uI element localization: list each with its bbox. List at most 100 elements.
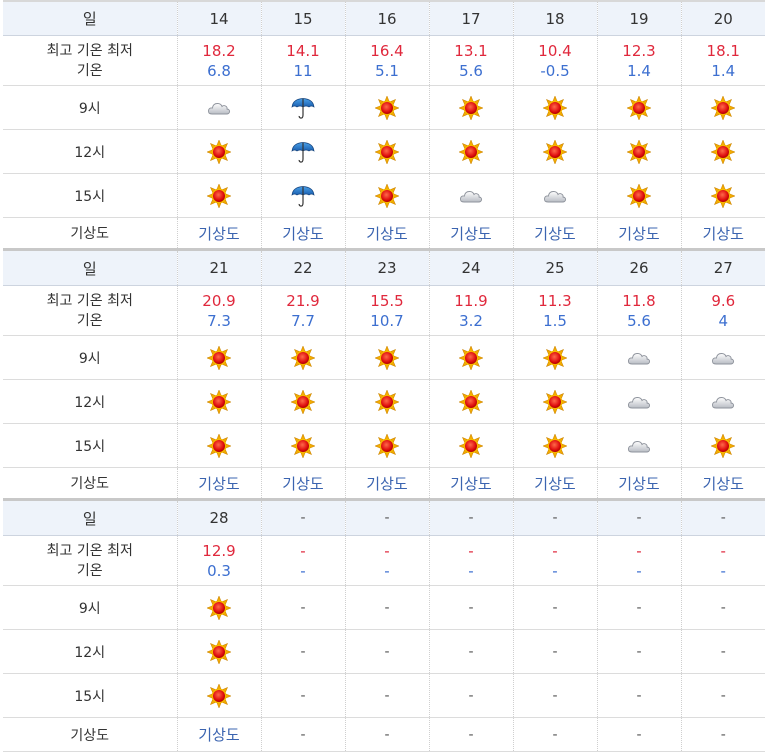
sun-icon (206, 638, 232, 665)
forecast-cell (344, 379, 429, 424)
empty-dash: - (720, 643, 726, 660)
map-cell[interactable]: 기상도 (428, 217, 513, 250)
cloud-icon (626, 345, 652, 371)
weather-map-link[interactable]: 기상도 (534, 225, 575, 243)
map-cell[interactable]: 기상도 (428, 467, 513, 500)
map-cell[interactable]: 기상도 (260, 467, 345, 500)
high-temp: 11.9 (454, 291, 488, 310)
weather-map-link[interactable]: 기상도 (366, 225, 407, 243)
empty-dash: - (636, 687, 642, 704)
row-label-time: 9시 (78, 600, 101, 617)
forecast-cell (176, 85, 261, 130)
forecast-cell (512, 129, 597, 174)
sun-icon (206, 682, 232, 709)
map-cell[interactable]: 기상도 (344, 467, 429, 500)
weather-map-link[interactable]: 기상도 (198, 726, 239, 744)
forecast-cell: - (260, 585, 345, 630)
day-cell: 23 (344, 248, 429, 286)
weather-map-link[interactable]: 기상도 (282, 225, 323, 243)
row-label-time: 9시 (78, 100, 101, 117)
temp-cell: -- (344, 535, 429, 586)
row-label-temp-line2: 기온 (76, 62, 103, 79)
map-cell[interactable]: 기상도 (680, 467, 765, 500)
forecast-cell: - (596, 585, 681, 630)
weather-map-link[interactable]: 기상도 (703, 475, 744, 493)
map-cell[interactable]: 기상도 (680, 217, 765, 250)
low-temp: 1.4 (627, 61, 651, 80)
high-temp: - (552, 541, 558, 560)
weather-map-link[interactable]: 기상도 (366, 475, 407, 493)
empty-dash: - (300, 599, 306, 616)
high-temp: 11.3 (538, 291, 572, 310)
temp-cell: 9.6 4 (680, 285, 765, 336)
high-temp: 15.5 (370, 291, 404, 310)
day-number: 23 (377, 259, 397, 277)
weather-map-link[interactable]: 기상도 (198, 475, 239, 493)
empty-dash: - (720, 599, 726, 616)
forecast-cell (344, 335, 429, 380)
day-cell: 14 (176, 0, 261, 36)
row-label-time: 12시 (74, 144, 106, 161)
high-temp: 21.9 (286, 291, 320, 310)
weather-map-link[interactable]: 기상도 (450, 475, 491, 493)
row-label-cell: 15시 (3, 673, 177, 718)
row-label-cell: 9시 (3, 585, 177, 630)
map-cell[interactable]: 기상도 (596, 217, 681, 250)
day-cell: 17 (428, 0, 513, 36)
day-cell: - (344, 498, 429, 536)
temp-cell: 12.9 0.3 (176, 535, 261, 586)
empty-dash: - (720, 687, 726, 704)
weather-map-link[interactable]: 기상도 (282, 475, 323, 493)
empty-dash: - (384, 687, 390, 704)
map-cell[interactable]: 기상도 (512, 217, 597, 250)
empty-dash: - (636, 510, 642, 526)
weather-table: 일 14 15 16 17 18 19 20 최고 기온 최저 기온 18.2 6.8 14.1 11 16… (3, 0, 765, 752)
weather-map-row: 기상도 기상도 기상도 기상도 기상도 기상도 기상도 기상도 (3, 217, 765, 250)
temp-cell: 13.1 5.6 (428, 35, 513, 86)
forecast-cell (512, 379, 597, 424)
map-cell[interactable]: 기상도 (176, 717, 261, 752)
forecast-cell: - (344, 673, 429, 718)
forecast-cell: - (596, 673, 681, 718)
forecast-cell (344, 423, 429, 468)
sun-icon (626, 138, 652, 165)
forecast-cell: - (428, 673, 513, 718)
high-temp: - (720, 541, 726, 560)
sun-icon (374, 344, 400, 371)
sun-icon (710, 432, 736, 459)
forecast-cell: - (428, 629, 513, 674)
sun-icon (290, 344, 316, 371)
forecast-cell (596, 129, 681, 174)
forecast-cell (344, 173, 429, 218)
forecast-cell (512, 423, 597, 468)
map-cell[interactable]: 기상도 (260, 217, 345, 250)
row-label-cell: 최고 기온 최저기온 (3, 35, 177, 86)
row-label-cell: 기상도 (3, 467, 177, 500)
row-label-time: 9시 (78, 350, 101, 367)
row-label-temp-line1: 최고 기온 최저 (46, 42, 133, 59)
weather-map-link[interactable]: 기상도 (703, 225, 744, 243)
high-temp: - (300, 541, 306, 560)
temp-cell: -- (680, 535, 765, 586)
weather-map-link[interactable]: 기상도 (198, 225, 239, 243)
high-temp: 18.2 (202, 41, 236, 60)
temp-cell: 18.1 1.4 (680, 35, 765, 86)
weather-map-link[interactable]: 기상도 (534, 475, 575, 493)
day-number: 19 (629, 9, 649, 28)
weather-map-link[interactable]: 기상도 (618, 225, 659, 243)
low-temp: - (552, 561, 558, 580)
sun-icon (374, 94, 400, 121)
forecast-cell (512, 85, 597, 130)
sun-icon (374, 182, 400, 209)
weather-map-link[interactable]: 기상도 (618, 475, 659, 493)
row-label-temp-line2: 기온 (76, 562, 103, 579)
day-cell: - (260, 498, 345, 536)
map-cell[interactable]: 기상도 (512, 467, 597, 500)
map-cell[interactable]: 기상도 (176, 217, 261, 250)
empty-dash: - (468, 599, 474, 616)
high-temp: 20.9 (202, 291, 236, 310)
map-cell[interactable]: 기상도 (344, 217, 429, 250)
map-cell[interactable]: 기상도 (596, 467, 681, 500)
weather-map-link[interactable]: 기상도 (450, 225, 491, 243)
map-cell[interactable]: 기상도 (176, 467, 261, 500)
